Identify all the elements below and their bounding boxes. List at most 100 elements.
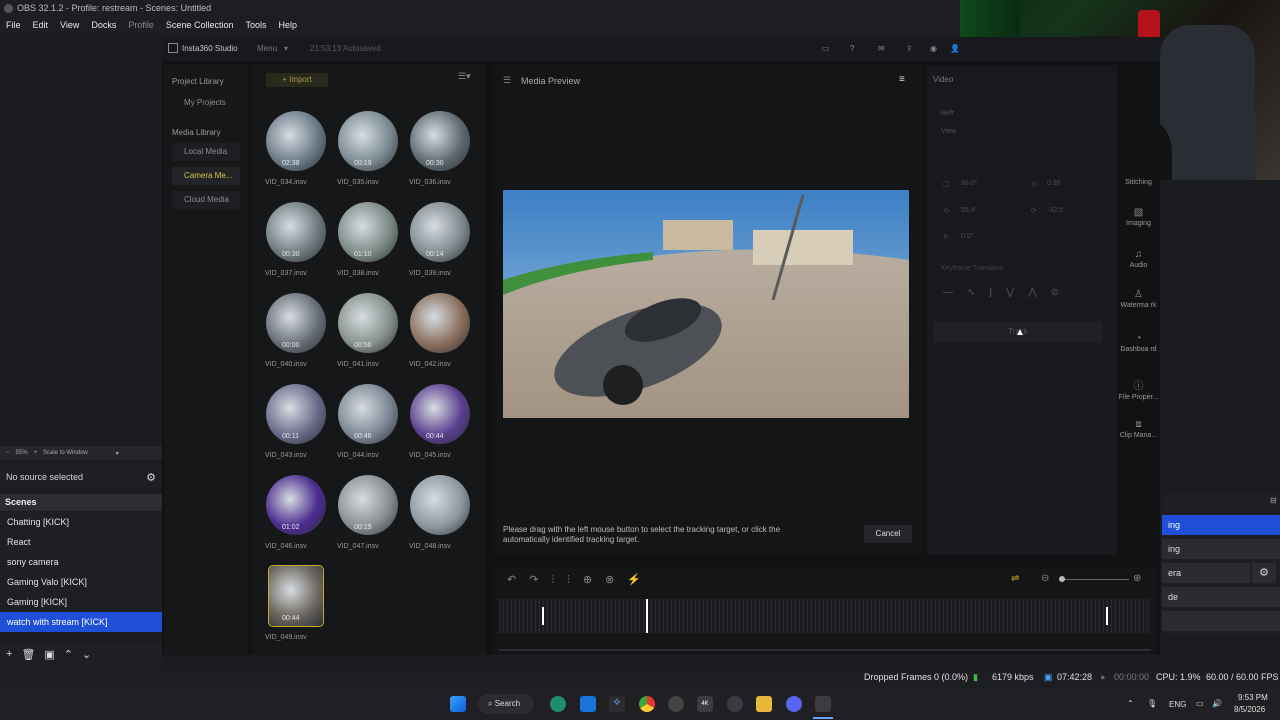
clock-date[interactable]: 8/5/2026 <box>1234 705 1265 714</box>
zoom-minus-icon[interactable]: − <box>6 450 10 456</box>
timeline-scrollbar[interactable] <box>499 649 1151 651</box>
tab-clip-manager[interactable]: ⧈ Clip Mana... <box>1117 419 1160 439</box>
menu-tools[interactable]: Tools <box>239 20 272 30</box>
cancel-button[interactable]: Cancel <box>864 525 912 543</box>
media-thumbnail[interactable] <box>410 475 470 535</box>
discord-icon[interactable] <box>786 696 802 712</box>
fov-value[interactable]: 88.0° <box>961 180 977 187</box>
export-icon[interactable]: ⇪ <box>906 44 913 53</box>
obs-icon[interactable] <box>668 696 684 712</box>
trash-icon[interactable]: 🗑 <box>21 648 35 661</box>
pitch-value[interactable]: 55.4° <box>961 207 977 214</box>
roll-value[interactable]: 0.0° <box>961 233 974 240</box>
language[interactable]: ENG <box>1169 700 1186 709</box>
transition-curves[interactable]: —∿∫⋁⋀⊘ <box>943 287 1073 298</box>
filter-icon[interactable]: ▣ <box>44 648 54 661</box>
tab-stitching[interactable]: Stitching <box>1117 179 1160 186</box>
monitor-icon[interactable]: ▭ <box>1196 699 1204 708</box>
menu-profile[interactable]: Profile <box>122 20 160 30</box>
control-settings[interactable] <box>1162 611 1280 631</box>
trim-end-handle[interactable] <box>1106 607 1108 625</box>
scene-item[interactable]: Gaming Valo [KICK] <box>0 572 162 592</box>
control-start-streaming[interactable]: ing <box>1162 515 1280 535</box>
app-icon[interactable]: ⟡ <box>609 696 625 712</box>
thumbnail-duration: 00:00 <box>282 342 300 349</box>
move-down-icon[interactable]: ⌄ <box>82 648 91 661</box>
zoom-slider[interactable] <box>1059 579 1129 580</box>
help-icon[interactable]: ? <box>850 44 854 53</box>
playhead[interactable] <box>646 599 648 633</box>
move-up-icon[interactable]: ⌃ <box>64 648 73 661</box>
scene-item[interactable]: React <box>0 532 162 552</box>
stream-icon: ▣ <box>1044 672 1053 682</box>
chevron-down-icon[interactable]: ▾ <box>284 44 288 53</box>
chrome-icon[interactable] <box>639 696 655 712</box>
scene-item[interactable]: Chatting [KICK] <box>0 512 162 532</box>
insta-app-title: Insta360 Studio <box>182 44 238 53</box>
tab-imaging[interactable]: ▨ Imaging <box>1117 207 1160 227</box>
insta360-icon[interactable] <box>815 696 831 712</box>
menu-help[interactable]: Help <box>272 20 303 30</box>
zoom-plus-icon[interactable]: + <box>34 450 38 456</box>
edge-icon[interactable] <box>550 696 566 712</box>
my-projects-link[interactable]: My Projects <box>172 94 240 112</box>
timeline-tools[interactable]: ↶↷⫶⫶⊕⊗⚡ <box>507 573 654 587</box>
obs-preview-area[interactable] <box>0 34 162 446</box>
scene-item[interactable]: sony camera <box>0 552 162 572</box>
split-icon[interactable]: ⇌ <box>1011 573 1019 584</box>
menu-docks[interactable]: Docks <box>85 20 122 30</box>
scene-item[interactable]: Gaming [KICK] <box>0 592 162 612</box>
zoom-slider-handle[interactable] <box>1059 576 1065 582</box>
menu-icon[interactable]: ≡ <box>899 74 905 85</box>
local-media-link[interactable]: Local Media <box>172 143 240 161</box>
menu-view[interactable]: View <box>54 20 85 30</box>
timeline-track[interactable] <box>499 599 1151 633</box>
outlook-icon[interactable] <box>580 696 596 712</box>
scale-mode-select[interactable]: Scale to Window <box>43 450 88 456</box>
folder-icon[interactable] <box>756 696 772 712</box>
menu-edit[interactable]: Edit <box>27 20 55 30</box>
tab-dashboard[interactable]: ◔ Dashboa rd <box>1117 333 1160 353</box>
yaw-value[interactable]: -32.5° <box>1047 207 1066 214</box>
add-scene-icon[interactable]: + <box>6 648 12 660</box>
chevron-up-icon[interactable]: ⌃ <box>1127 699 1134 708</box>
chevron-down-icon[interactable]: ▾ <box>116 450 119 457</box>
zoom-in-icon[interactable]: ⊕ <box>1133 573 1141 584</box>
insta-menu[interactable]: Menu <box>257 44 277 53</box>
zoom-out-icon[interactable]: ⊖ <box>1041 573 1049 584</box>
scene-item-active[interactable]: watch with stream [KICK] <box>0 612 162 632</box>
dock-icon[interactable]: ⊟ <box>1270 496 1277 505</box>
taskbar-search[interactable]: ⌕ Search <box>478 694 534 714</box>
menu-file[interactable]: File <box>0 20 27 30</box>
trim-start-handle[interactable] <box>542 607 544 625</box>
clock-time[interactable]: 9:53 PM <box>1238 693 1268 702</box>
import-button[interactable]: + Import <box>266 73 328 87</box>
tab-file-properties[interactable]: ⓘ File Proper... <box>1117 377 1160 401</box>
video-tab[interactable]: Video <box>933 75 953 84</box>
control-start-recording[interactable]: ing <box>1162 539 1280 559</box>
gear-icon[interactable]: ⚙ <box>1252 563 1276 583</box>
wordpress-icon[interactable] <box>727 696 743 712</box>
list-icon[interactable]: ☰ <box>503 75 511 86</box>
tab-audio[interactable]: ♫ Audio <box>1117 249 1160 269</box>
user-icon[interactable]: 👤 <box>950 44 960 53</box>
camera-media-link[interactable]: Camera Me... <box>172 167 240 185</box>
dashboard-icon: ◔ <box>1135 333 1142 344</box>
windows-start-icon[interactable] <box>450 696 466 712</box>
sort-icon[interactable]: ☰▾ <box>458 71 471 82</box>
control-studio-mode[interactable]: de <box>1162 587 1280 607</box>
distance-value[interactable]: 0.95 <box>1047 180 1061 187</box>
message-icon[interactable]: ▭ <box>822 44 830 53</box>
control-virtual-camera[interactable]: era <box>1162 563 1250 583</box>
media-thumbnail[interactable] <box>410 293 470 353</box>
tab-watermark[interactable]: ♙ Waterma rk <box>1117 289 1160 309</box>
cloud-media-link[interactable]: Cloud Media <box>172 191 240 209</box>
mail-icon[interactable]: ✉ <box>878 44 885 53</box>
video-frame[interactable] <box>503 190 909 418</box>
menu-scene-collection[interactable]: Scene Collection <box>160 20 240 30</box>
mic-icon[interactable]: 🎙 <box>1147 699 1157 708</box>
4k-icon[interactable]: 4K <box>697 696 713 712</box>
gear-icon[interactable]: ⚙ <box>146 471 156 484</box>
volume-icon[interactable]: 🔊 <box>1212 699 1222 708</box>
badge-icon[interactable]: ◉ <box>930 44 937 53</box>
